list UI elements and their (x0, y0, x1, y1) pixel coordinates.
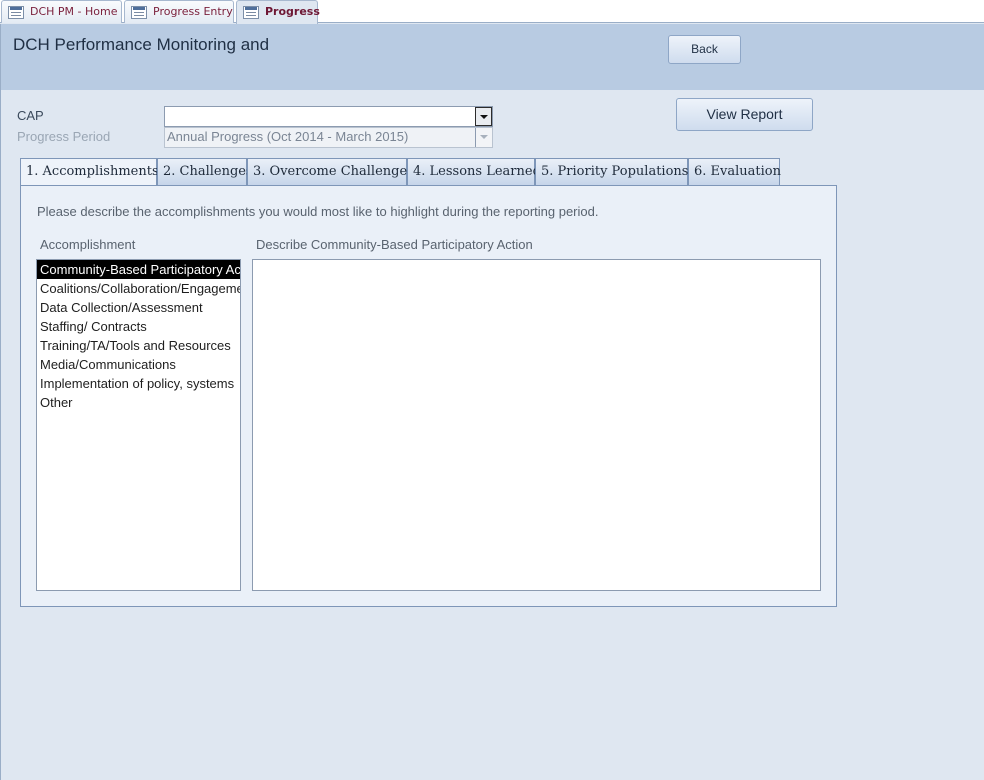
describe-label: Describe Community-Based Participatory A… (256, 237, 533, 252)
list-item[interactable]: Media/Communications (37, 355, 240, 374)
chevron-down-icon (475, 128, 492, 147)
tab-challenges[interactable]: 2. Challenges (157, 158, 253, 185)
doc-tab-progress[interactable]: Progress (236, 0, 320, 24)
page-title: DCH Performance Monitoring and (13, 35, 270, 54)
list-item[interactable]: Community-Based Participatory Action (37, 260, 240, 279)
form-icon (243, 6, 259, 19)
form-icon (131, 6, 147, 19)
progress-period-label: Progress Period (17, 129, 111, 144)
tab-accomplishments[interactable]: 1. Accomplishments (20, 158, 159, 186)
progress-period-combo: Annual Progress (Oct 2014 - March 2015) (164, 127, 493, 148)
list-item[interactable]: Other (37, 393, 240, 412)
form-icon (8, 6, 24, 19)
chevron-down-icon[interactable] (475, 107, 492, 126)
cap-combo[interactable] (164, 106, 493, 127)
doc-tab-label: Progress (265, 5, 320, 18)
list-item[interactable]: Staffing/ Contracts (37, 317, 240, 336)
doc-tab-home[interactable]: DCH PM - Home (1, 0, 122, 23)
accomplishments-tab-page: Please describe the accomplishments you … (20, 185, 837, 607)
form-left-border (0, 24, 1, 780)
cap-label: CAP (17, 108, 44, 123)
doc-tab-label: DCH PM - Home (30, 5, 118, 18)
describe-textbox[interactable] (252, 259, 821, 591)
tab-evaluation[interactable]: 6. Evaluation (688, 158, 781, 185)
progress-period-value: Annual Progress (Oct 2014 - March 2015) (167, 129, 409, 144)
list-item[interactable]: Data Collection/Assessment (37, 298, 240, 317)
tab-priority-populations[interactable]: 5. Priority Populations (535, 158, 688, 185)
tab-overcome-challenges[interactable]: 3. Overcome Challenges (247, 158, 414, 185)
accomplishment-listbox[interactable]: Community-Based Participatory Action Coa… (36, 259, 241, 591)
tab-lessons-learned[interactable]: 4. Lessons Learned (407, 158, 541, 185)
list-item[interactable]: Coalitions/Collaboration/Engagement (37, 279, 240, 298)
doc-tab-progress-entry[interactable]: Progress Entry (124, 0, 234, 23)
document-tab-strip: DCH PM - Home Progress Entry Progress (0, 0, 984, 24)
list-item[interactable]: Training/TA/Tools and Resources (37, 336, 240, 355)
list-item[interactable]: Implementation of policy, systems (37, 374, 240, 393)
accomplishment-list-label: Accomplishment (40, 237, 136, 252)
view-report-button[interactable]: View Report (676, 98, 813, 131)
back-button[interactable]: Back (668, 35, 741, 64)
doc-tab-label: Progress Entry (153, 5, 233, 18)
form-header: DCH Performance Monitoring and Back (1, 24, 984, 90)
accomplishments-prompt: Please describe the accomplishments you … (37, 204, 599, 219)
